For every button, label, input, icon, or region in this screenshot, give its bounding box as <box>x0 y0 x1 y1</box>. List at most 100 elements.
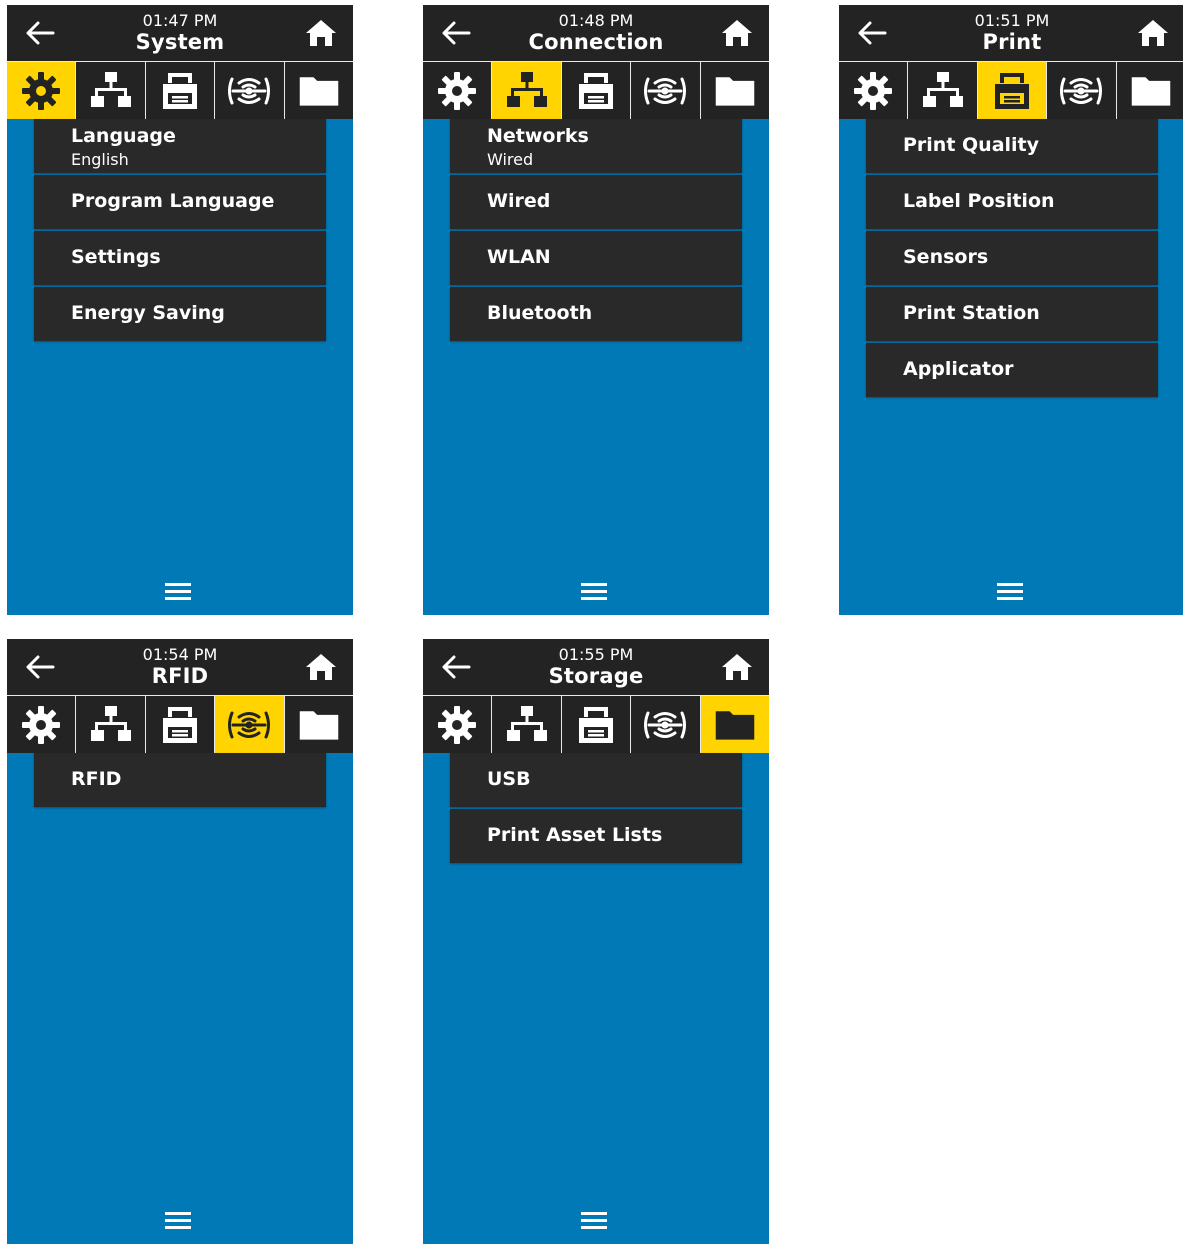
menu-item[interactable]: Print Station <box>866 287 1158 341</box>
tab-connection[interactable] <box>492 696 561 753</box>
home-button[interactable] <box>305 652 337 682</box>
rfid-icon <box>1059 69 1103 113</box>
tab-system[interactable] <box>839 62 908 119</box>
tab-system[interactable] <box>423 62 492 119</box>
folder-icon <box>297 703 341 747</box>
tab-system[interactable] <box>423 696 492 753</box>
menu-item-value: English <box>71 150 129 169</box>
header: 01:47 PM System <box>7 5 353 61</box>
tab-rfid[interactable] <box>215 62 284 119</box>
menu-item[interactable]: Energy Saving <box>34 287 326 341</box>
network-icon <box>505 703 549 747</box>
gear-icon <box>19 69 63 113</box>
tab-storage[interactable] <box>284 62 353 119</box>
tab-connection[interactable] <box>492 62 561 119</box>
menu-item[interactable]: Bluetooth <box>450 287 742 341</box>
menu-item[interactable]: Print Quality <box>866 119 1158 173</box>
network-icon <box>921 69 965 113</box>
menu-item[interactable]: USB <box>450 753 742 807</box>
tab-rfid[interactable] <box>215 696 284 753</box>
menu-item[interactable]: Print Asset Lists <box>450 809 742 863</box>
menu-item-label: Print Quality <box>903 134 1040 156</box>
menu-list: RFID <box>34 753 326 809</box>
menu-item-label: Label Position <box>903 190 1055 212</box>
gear-icon <box>435 703 479 747</box>
menu-list: Language English Program Language Settin… <box>34 119 326 343</box>
clock: 01:51 PM <box>974 11 1050 30</box>
home-icon <box>306 654 336 680</box>
clock: 01:48 PM <box>558 11 634 30</box>
menu-item-label: Print Station <box>903 302 1040 324</box>
home-icon <box>1138 20 1168 46</box>
tab-storage[interactable] <box>1116 62 1183 119</box>
menu-item[interactable]: Networks Wired <box>450 119 742 173</box>
tab-system[interactable] <box>7 696 76 753</box>
folder-icon <box>1129 69 1173 113</box>
tab-print[interactable] <box>145 696 215 753</box>
page-title: Connection <box>528 30 664 54</box>
header: 01:55 PM Storage <box>423 639 769 695</box>
tab-print[interactable] <box>977 62 1047 119</box>
tab-print[interactable] <box>561 62 631 119</box>
tab-rfid[interactable] <box>1047 62 1116 119</box>
menu-item-label: Language <box>71 125 176 147</box>
tab-print[interactable] <box>561 696 631 753</box>
screen-storage: 01:55 PM Storage USB Print Asset Lists <box>423 639 769 1244</box>
header: 01:48 PM Connection <box>423 5 769 61</box>
home-button[interactable] <box>305 18 337 48</box>
tab-system[interactable] <box>7 62 76 119</box>
hamburger-menu-icon[interactable] <box>997 583 1025 603</box>
menu-item-label: Settings <box>71 246 161 268</box>
menu-item-label: Networks <box>487 125 589 147</box>
gear-icon <box>19 703 63 747</box>
tab-rfid[interactable] <box>631 62 700 119</box>
menu-list: Print Quality Label Position Sensors Pri… <box>866 119 1158 399</box>
menu-item[interactable]: Settings <box>34 231 326 285</box>
menu-item[interactable]: Language English <box>34 119 326 173</box>
tab-storage[interactable] <box>700 62 769 119</box>
printer-icon <box>574 703 618 747</box>
screen-connection: 01:48 PM Connection Networks Wired Wired… <box>423 5 769 615</box>
rfid-icon <box>643 703 687 747</box>
menu-item[interactable]: Applicator <box>866 343 1158 397</box>
tab-bar <box>423 695 769 753</box>
menu-item[interactable]: WLAN <box>450 231 742 285</box>
printer-icon <box>158 703 202 747</box>
menu-item[interactable]: Program Language <box>34 175 326 229</box>
tab-rfid[interactable] <box>631 696 700 753</box>
tab-connection[interactable] <box>908 62 977 119</box>
menu-item[interactable]: RFID <box>34 753 326 807</box>
home-button[interactable] <box>721 652 753 682</box>
hamburger-menu-icon[interactable] <box>581 1212 609 1232</box>
network-icon <box>89 69 133 113</box>
menu-item[interactable]: Sensors <box>866 231 1158 285</box>
tab-bar <box>7 695 353 753</box>
tab-print[interactable] <box>145 62 215 119</box>
page-title: System <box>135 30 225 54</box>
folder-icon <box>713 703 757 747</box>
clock: 01:47 PM <box>142 11 218 30</box>
hamburger-menu-icon[interactable] <box>581 583 609 603</box>
hamburger-menu-icon[interactable] <box>165 1212 193 1232</box>
menu-list: Networks Wired Wired WLAN Bluetooth <box>450 119 742 343</box>
tab-connection[interactable] <box>76 696 145 753</box>
page-title: Storage <box>548 664 644 688</box>
menu-item[interactable]: Label Position <box>866 175 1158 229</box>
menu-item[interactable]: Wired <box>450 175 742 229</box>
home-button[interactable] <box>1137 18 1169 48</box>
gear-icon <box>851 69 895 113</box>
clock: 01:55 PM <box>558 645 634 664</box>
header: 01:54 PM RFID <box>7 639 353 695</box>
tab-storage[interactable] <box>284 696 353 753</box>
rfid-icon <box>643 69 687 113</box>
printer-icon <box>158 69 202 113</box>
menu-item-value: Wired <box>487 150 534 169</box>
tab-connection[interactable] <box>76 62 145 119</box>
tab-storage[interactable] <box>700 696 769 753</box>
tab-bar <box>7 61 353 119</box>
hamburger-menu-icon[interactable] <box>165 583 193 603</box>
home-button[interactable] <box>721 18 753 48</box>
tab-bar <box>423 61 769 119</box>
menu-list: USB Print Asset Lists <box>450 753 742 865</box>
menu-item-label: Sensors <box>903 246 989 268</box>
